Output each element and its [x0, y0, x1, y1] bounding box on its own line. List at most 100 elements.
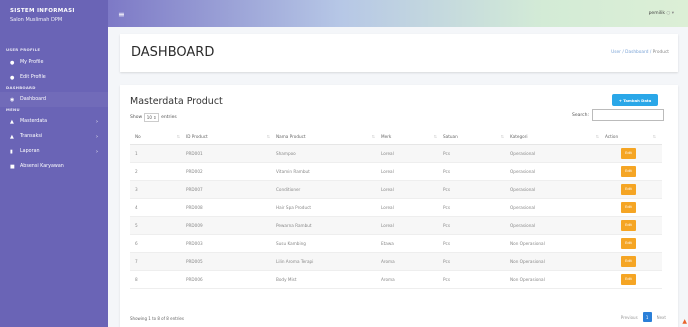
laporan-icon: ▮	[10, 148, 13, 155]
cell-id: PRD002	[186, 162, 276, 181]
add-data-button[interactable]: + Tambah Data	[612, 94, 658, 106]
cell-kategori: Operasional	[510, 198, 605, 217]
page-title: DASHBOARD	[131, 45, 215, 60]
col-header-no[interactable]: No ⇅	[130, 130, 186, 145]
edit-button[interactable]: Edit	[621, 201, 636, 213]
col-header-action[interactable]: Action ⇅	[605, 130, 662, 145]
sidebar-item-absensi[interactable]: ■ Absensi Karyawan	[0, 159, 108, 174]
cell-id: PRD003	[186, 234, 276, 253]
breadcrumb-dashboard[interactable]: Dashboard	[625, 50, 648, 55]
col-header-id[interactable]: ID Product ⇅	[186, 130, 276, 145]
edit-button[interactable]: Edit	[621, 255, 636, 267]
section-user-profile: USER PROFILE	[6, 47, 41, 52]
cell-action: Edit	[605, 180, 662, 199]
table-body: 1 PRD001 Shampoo Loreal Pcs Operasional Edit 2…	[130, 144, 662, 289]
breadcrumb-home[interactable]: User	[611, 50, 621, 55]
table-row: 6 PRD003 Susu Kambing Etawa Pcs Non Operasion…	[130, 234, 662, 253]
pagination: Previous 1 Next	[621, 312, 666, 322]
edit-button[interactable]: Edit	[621, 219, 636, 231]
table-row: 5 PRD009 Pewarna Rambut Loreal Pcs Operasiona…	[130, 216, 662, 235]
col-header-merk[interactable]: Merk ⇅	[381, 130, 443, 145]
pagination-previous[interactable]: Previous	[621, 315, 638, 320]
avatar-icon: ○ ▾	[666, 11, 674, 16]
user-edit-icon: ●	[10, 74, 15, 81]
col-header-satuan[interactable]: Satuan ⇅	[443, 130, 510, 145]
search-box: Search:	[572, 109, 664, 121]
cell-action: Edit	[605, 162, 662, 181]
table-row: 7 PRD005 Lilin Aroma Terapi Aroma Pcs Non Ope…	[130, 252, 662, 271]
brand: SISTEM INFORMASI Salon Muslimah DPM	[0, 0, 108, 34]
cell-name: Lilin Aroma Terapi	[276, 252, 381, 271]
sort-icon: ⇅	[371, 134, 375, 140]
cell-merk: Loreal	[381, 198, 443, 217]
product-card: Masterdata Product + Tambah Data Show 10…	[120, 85, 678, 327]
table-row: 2 PRD002 Vitamin Rambut Loreal Pcs Operasiona…	[130, 162, 662, 181]
sidebar-item-edit-profile[interactable]: ● Edit Profile	[0, 70, 108, 85]
card-title: Masterdata Product	[130, 96, 223, 107]
entries-label: entries	[161, 115, 177, 120]
table-row: 8 PRD006 Body Mist Aroma Pcs Non Operasional E…	[130, 270, 662, 289]
cell-merk: Aroma	[381, 252, 443, 271]
col-header-name[interactable]: Nama Product ⇅	[276, 130, 381, 145]
cell-id: PRD009	[186, 216, 276, 235]
entries-select-value: 10	[146, 115, 152, 120]
col-header-kategori[interactable]: Kategori ⇅	[510, 130, 605, 145]
masterdata-icon: ▲	[10, 118, 14, 125]
menu-toggle-icon[interactable]: ≡	[118, 10, 125, 19]
cell-kategori: Operasional	[510, 162, 605, 181]
sidebar-item-my-profile[interactable]: ● My Profile	[0, 55, 108, 70]
edit-button[interactable]: Edit	[621, 183, 636, 195]
absensi-icon: ■	[10, 163, 15, 170]
edit-button[interactable]: Edit	[621, 237, 636, 249]
chevron-right-icon: ›	[96, 133, 98, 140]
cell-kategori: Operasional	[510, 216, 605, 235]
sidebar-item-dashboard[interactable]: ◉ Dashboard	[0, 92, 108, 107]
cell-satuan: Pcs	[443, 198, 510, 217]
cell-action: Edit	[605, 252, 662, 271]
cell-kategori: Operasional	[510, 144, 605, 163]
cell-no: 4	[130, 198, 186, 217]
cell-no: 1	[130, 144, 186, 163]
sidebar-item-label: Edit Profile	[20, 75, 46, 80]
user-menu[interactable]: pemilik ○ ▾	[649, 11, 674, 16]
brand-title: SISTEM INFORMASI	[10, 8, 75, 14]
cell-kategori: Non Operasional	[510, 252, 605, 271]
breadcrumb-current: Product	[652, 50, 669, 55]
cell-merk: Etawa	[381, 234, 443, 253]
breadcrumb-separator: /	[649, 50, 652, 55]
search-label: Search:	[572, 112, 589, 118]
sidebar-item-label: Transaksi	[20, 134, 43, 139]
sidebar-item-transaksi[interactable]: ▲ Transaksi ›	[0, 129, 108, 144]
sort-icon: ⇅	[433, 134, 437, 140]
sort-icon: ⇅	[595, 134, 599, 140]
search-input[interactable]	[592, 109, 664, 121]
cell-merk: Loreal	[381, 162, 443, 181]
edit-button[interactable]: Edit	[621, 273, 636, 285]
cell-action: Edit	[605, 234, 662, 253]
cell-id: PRD008	[186, 198, 276, 217]
cell-no: 5	[130, 216, 186, 235]
sidebar-item-label: My Profile	[20, 60, 44, 65]
pagination-next[interactable]: Next	[657, 315, 666, 320]
sidebar-item-laporan[interactable]: ▮ Laporan ›	[0, 144, 108, 159]
cell-satuan: Pcs	[443, 180, 510, 199]
cell-name: Conditioner	[276, 180, 381, 199]
cell-satuan: Pcs	[443, 216, 510, 235]
cell-no: 7	[130, 252, 186, 271]
entries-select[interactable]: 10 ⇕	[144, 113, 160, 122]
sidebar-item-masterdata[interactable]: ▲ Masterdata ›	[0, 114, 108, 129]
entries-length: Show 10 ⇕ entries	[130, 113, 177, 122]
edit-button[interactable]: Edit	[621, 165, 636, 177]
user-icon: ●	[10, 59, 15, 66]
section-dashboard: DASHBOARD	[6, 85, 36, 90]
sidebar-item-label: Laporan	[20, 149, 40, 154]
edit-button[interactable]: Edit	[621, 147, 636, 159]
chevron-right-icon: ›	[96, 148, 98, 155]
section-menu: MENU	[6, 107, 20, 112]
cell-kategori: Non Operasional	[510, 270, 605, 289]
sidebar: SISTEM INFORMASI Salon Muslimah DPM USER…	[0, 0, 108, 327]
show-label: Show	[130, 115, 143, 120]
pagination-page-1[interactable]: 1	[642, 312, 652, 322]
cell-id: PRD005	[186, 252, 276, 271]
dashboard-icon: ◉	[10, 96, 15, 103]
